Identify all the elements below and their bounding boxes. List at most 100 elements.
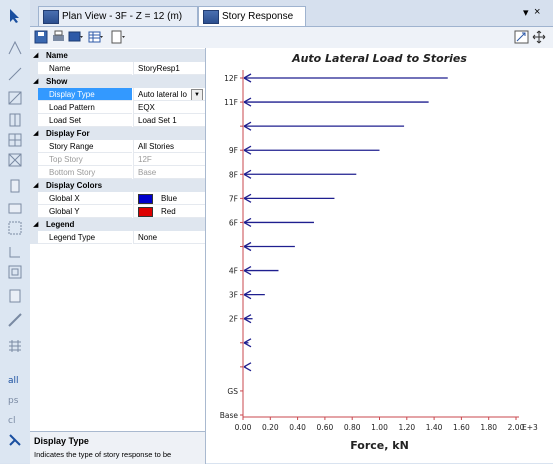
y-tick-label: GS xyxy=(227,387,238,396)
story-force-arrowhead xyxy=(243,362,252,372)
pointer-icon[interactable] xyxy=(7,8,23,24)
load-set-value[interactable]: Load Set 1 xyxy=(133,114,205,127)
draw-link-icon[interactable] xyxy=(7,244,23,260)
x-tick-label: 0.60 xyxy=(317,423,334,432)
draw-tendon-icon[interactable] xyxy=(7,312,23,328)
collapse-icon[interactable]: ◢ xyxy=(33,179,38,192)
svg-text:ps: ps xyxy=(8,396,19,406)
load-pattern-value[interactable]: EQX xyxy=(133,101,205,114)
property-row-name[interactable]: Name StoryResp1 xyxy=(30,62,205,75)
category-show[interactable]: ◢ Show xyxy=(30,75,205,88)
category-display-for[interactable]: ◢ Display For xyxy=(30,127,205,140)
property-row-story-range[interactable]: Story Range All Stories xyxy=(30,140,205,153)
draw-opening-icon[interactable] xyxy=(7,220,23,236)
x-tick-label: 1.40 xyxy=(426,423,443,432)
x-tick-label: 0.20 xyxy=(262,423,279,432)
property-row-load-set[interactable]: Load Set Load Set 1 xyxy=(30,114,205,127)
snap-icon[interactable] xyxy=(7,432,23,448)
display-type-select[interactable]: Auto lateral lo ▼ xyxy=(133,88,205,101)
y-tick-label: 11F xyxy=(224,98,238,107)
story-range-value[interactable]: All Stories xyxy=(133,140,205,153)
property-row-top-story: Top Story 12F xyxy=(30,153,205,166)
draw-cross-icon[interactable] xyxy=(7,152,23,168)
draw-slab-icon[interactable] xyxy=(7,200,23,216)
property-row-legend-type[interactable]: Legend Type None xyxy=(30,231,205,244)
category-legend[interactable]: ◢ Legend xyxy=(30,218,205,231)
draw-section-icon[interactable] xyxy=(7,288,23,304)
property-row-global-y[interactable]: Global Y Red xyxy=(30,205,205,218)
y-tick-label: 3F xyxy=(229,291,238,300)
draw-grid-icon[interactable] xyxy=(7,132,23,148)
tab-story-response-label: Story Response xyxy=(222,11,294,22)
x-axis-title: Force, kN xyxy=(350,439,409,452)
collapse-icon[interactable]: ◢ xyxy=(33,49,38,62)
y-tick-label: Base xyxy=(220,411,239,420)
draw-dimension-icon[interactable] xyxy=(7,264,23,280)
property-row-display-type[interactable]: Display Type Auto lateral lo ▼ xyxy=(30,88,205,101)
collapse-icon[interactable]: ◢ xyxy=(33,75,38,88)
draw-wall-icon[interactable] xyxy=(7,178,23,194)
legend-type-value[interactable]: None xyxy=(133,231,205,244)
category-display-colors[interactable]: ◢ Display Colors xyxy=(30,179,205,192)
x-tick-label: 0.40 xyxy=(289,423,306,432)
property-row-load-pattern[interactable]: Load Pattern EQX xyxy=(30,101,205,114)
x-tick-label: 1.00 xyxy=(371,423,388,432)
property-description-pane: Display Type Indicates the type of story… xyxy=(30,431,206,464)
display-toolbar xyxy=(30,27,553,49)
reshape-icon[interactable] xyxy=(7,40,23,56)
global-x-color-swatch xyxy=(138,193,153,204)
document-tab-strip: Plan View - 3F - Z = 12 (m) Story Respon… xyxy=(30,0,553,27)
tab-plan-view-label: Plan View - 3F - Z = 12 (m) xyxy=(62,11,183,22)
chevron-down-icon[interactable]: ▼ xyxy=(191,89,203,100)
story-response-plot[interactable]: Auto Lateral Load to Stories Base GS 2F 3F 4… xyxy=(206,48,553,463)
svg-text:cl: cl xyxy=(8,416,15,426)
description-text: Indicates the type of story response to … xyxy=(34,450,172,459)
x-exponent-label: E+3 xyxy=(522,423,538,432)
name-value[interactable]: StoryResp1 xyxy=(133,62,205,75)
y-tick-label: 12F xyxy=(224,74,238,83)
draw-line-icon[interactable] xyxy=(7,66,23,82)
clear-select-icon[interactable]: cl xyxy=(7,410,23,426)
global-y-color-swatch xyxy=(138,206,153,217)
chart-canvas: Base GS 2F 3F 4F 6F 7F 8F 9F 11F 12F 0.00 0.20 0.40 0.… xyxy=(220,70,538,452)
global-x-color-value[interactable]: Blue xyxy=(133,192,205,205)
draw-rebar-icon[interactable] xyxy=(7,338,23,354)
display-options-icon[interactable] xyxy=(68,30,83,44)
property-row-global-x[interactable]: Global X Blue xyxy=(30,192,205,205)
tab-story-response[interactable]: Story Response xyxy=(198,6,306,26)
x-tick-label: 1.60 xyxy=(453,423,470,432)
property-row-bottom-story: Bottom Story Base xyxy=(30,166,205,179)
draw-area-icon[interactable] xyxy=(7,90,23,106)
x-tick-label: 1.20 xyxy=(398,423,415,432)
svg-text:all: all xyxy=(8,376,19,386)
y-tick-label: 2F xyxy=(229,315,238,324)
plan-view-icon xyxy=(43,9,59,24)
previous-select-icon[interactable]: ps xyxy=(7,390,23,406)
x-tick-label: 1.80 xyxy=(480,423,497,432)
table-view-icon[interactable] xyxy=(88,30,103,44)
y-tick-label: 8F xyxy=(229,170,238,179)
category-name[interactable]: ◢ Name xyxy=(30,49,205,62)
fit-view-icon[interactable] xyxy=(514,30,529,44)
global-y-color-value[interactable]: Red xyxy=(133,205,205,218)
y-tick-label: 7F xyxy=(229,194,238,203)
collapse-icon[interactable]: ◢ xyxy=(33,127,38,140)
close-window-icon[interactable]: × xyxy=(534,6,540,18)
y-tick-label: 4F xyxy=(229,267,238,276)
print-icon[interactable] xyxy=(51,30,66,44)
left-toolbar: all ps cl xyxy=(0,0,31,463)
export-icon[interactable] xyxy=(110,30,125,44)
y-tick-label: 6F xyxy=(229,218,238,227)
tab-plan-view[interactable]: Plan View - 3F - Z = 12 (m) xyxy=(38,6,198,26)
save-icon[interactable] xyxy=(34,30,49,44)
y-tick-label: 9F xyxy=(229,146,238,155)
window-menu-dropdown-icon[interactable]: ▾ xyxy=(523,6,529,19)
pan-icon[interactable] xyxy=(532,30,547,44)
draw-brace-icon[interactable] xyxy=(7,112,23,128)
description-title: Display Type xyxy=(34,436,89,446)
collapse-icon[interactable]: ◢ xyxy=(33,218,38,231)
x-tick-label: 0.00 xyxy=(235,423,252,432)
bottom-story-value: Base xyxy=(133,166,205,179)
select-all-icon[interactable]: all xyxy=(7,370,23,386)
story-response-icon xyxy=(203,9,219,24)
